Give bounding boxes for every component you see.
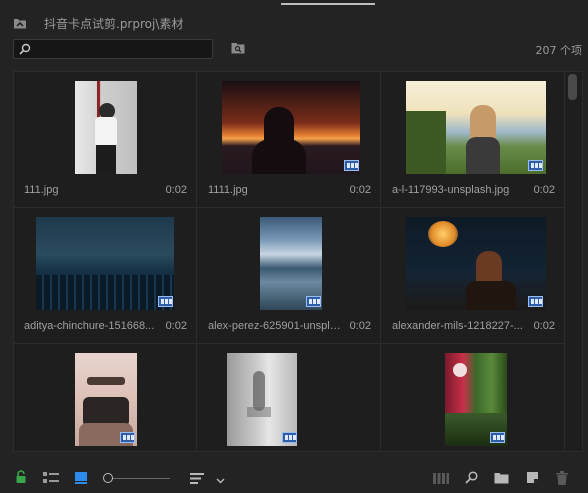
video-badge-icon [528,296,543,307]
media-thumbnail[interactable] [382,353,565,446]
media-grid-panel: 111.jpg 0:02 1111.jpg 0:02 a-l-117993-un… [13,71,583,452]
trash-icon[interactable] [556,471,568,488]
icon-view-icon[interactable] [75,472,87,487]
media-thumbnail[interactable] [382,81,565,174]
media-item-duration: 0:02 [533,184,555,196]
bottom-toolbar [0,462,588,493]
media-item[interactable]: alexander-mils-1218227-... 0:02 [382,208,565,344]
media-item[interactable]: aditya-chinchure-151668... 0:02 [14,208,197,344]
search-icon [19,43,31,55]
video-badge-icon [282,432,297,443]
media-thumbnail[interactable] [14,217,197,310]
media-item-name: alex-perez-625901-unspla... [208,320,343,332]
media-thumbnail[interactable] [14,353,197,446]
zoom-slider-track[interactable] [110,478,170,479]
media-thumbnail[interactable] [198,217,381,310]
panel-tab-indicator [281,3,375,5]
media-item-name: a-l-117993-unsplash.jpg [392,184,510,196]
new-bin-icon[interactable] [494,472,509,487]
search-field[interactable] [13,39,213,59]
new-item-icon[interactable] [526,471,539,487]
media-item-duration: 0:02 [349,184,371,196]
video-badge-icon [528,160,543,171]
media-thumbnail[interactable] [198,81,381,174]
video-badge-icon [490,432,505,443]
media-thumbnail[interactable] [14,81,197,174]
media-item-name: 111.jpg [24,184,59,196]
media-item-duration: 0:02 [349,320,371,332]
video-badge-icon [120,432,135,443]
zoom-slider-knob[interactable] [103,473,113,483]
media-item-duration: 0:02 [165,184,187,196]
video-badge-icon [344,160,359,171]
media-item[interactable]: 1111.jpg 0:02 [198,72,381,208]
media-item[interactable] [382,344,565,451]
item-count: 207 个项 [535,44,583,57]
sort-icon[interactable] [190,473,204,487]
chevron-down-icon[interactable] [216,475,225,487]
media-thumbnail[interactable] [382,217,565,310]
media-item[interactable] [198,344,381,451]
media-item-name: aditya-chinchure-151668... [24,320,155,332]
project-header: 抖音卡点试剪.prproj\素材 [0,10,588,38]
list-view-icon[interactable] [43,472,59,487]
media-item-duration: 0:02 [165,320,187,332]
media-thumbnail[interactable] [198,353,381,446]
folder-up-icon[interactable] [13,16,27,30]
search-icon[interactable] [465,471,478,487]
media-item-duration: 0:02 [533,320,555,332]
media-item[interactable]: alex-perez-625901-unspla... 0:02 [198,208,381,344]
video-badge-icon [158,296,173,307]
vertical-scrollbar[interactable] [568,74,577,100]
lock-icon[interactable] [15,470,27,487]
bin-path: 抖音卡点试剪.prproj\素材 [44,17,184,31]
media-item-name: alexander-mils-1218227-... [392,320,523,332]
video-badge-icon [306,296,321,307]
media-item[interactable]: 111.jpg 0:02 [14,72,197,208]
find-icon[interactable] [231,42,245,54]
media-item-name: 1111.jpg [208,184,248,196]
automate-to-sequence-icon[interactable] [433,473,449,487]
media-item[interactable]: a-l-117993-unsplash.jpg 0:02 [382,72,565,208]
media-item[interactable] [14,344,197,451]
